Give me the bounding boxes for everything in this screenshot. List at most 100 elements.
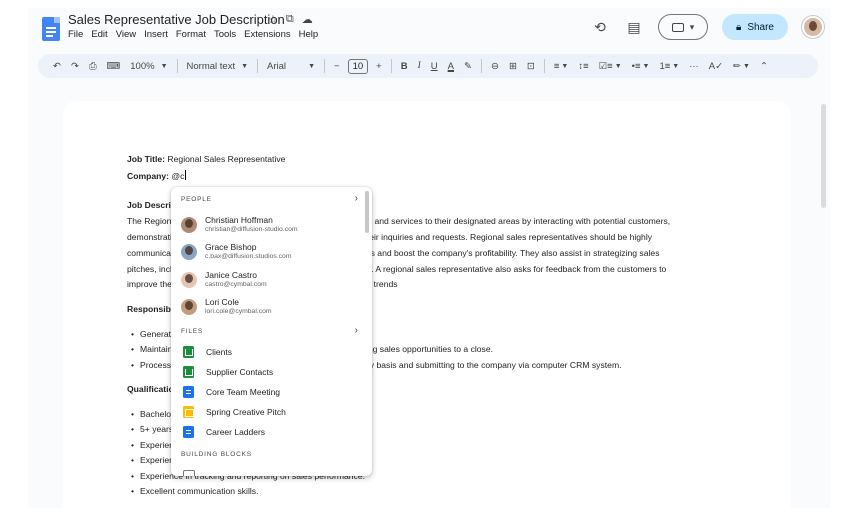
text-cursor bbox=[185, 170, 187, 180]
menu-file[interactable]: File bbox=[68, 29, 83, 40]
style-select[interactable]: Normal text ▼ bbox=[182, 61, 254, 72]
menu-help[interactable]: Help bbox=[299, 29, 319, 40]
job-title-label: Job Title: bbox=[127, 154, 166, 164]
collapse-toolbar-icon[interactable]: ⌃ bbox=[755, 61, 773, 72]
menu-tools[interactable]: Tools bbox=[214, 29, 236, 40]
divider bbox=[543, 59, 545, 73]
slides-icon bbox=[183, 406, 194, 418]
docs-icon bbox=[183, 426, 194, 438]
version-history-icon[interactable]: ⟲ bbox=[590, 19, 610, 36]
dropdown-scrollbar[interactable] bbox=[365, 191, 369, 233]
mention-suggestions-dropdown: PEOPLE › Christian Hoffman christian@diff… bbox=[171, 187, 372, 476]
insert-image-icon[interactable]: ⊡ bbox=[522, 61, 540, 72]
divider bbox=[324, 59, 326, 73]
person-email: c.bax@diffusion.studios.com bbox=[205, 253, 292, 260]
undo-icon[interactable]: ↶ bbox=[48, 61, 66, 72]
lock-icon: 🔒︎ bbox=[735, 21, 742, 33]
chevron-right-icon[interactable]: › bbox=[355, 193, 358, 204]
file-name: Spring Creative Pitch bbox=[206, 407, 286, 417]
file-item[interactable]: Core Team Meeting bbox=[183, 386, 280, 398]
person-email: christian@diffusion-studio.com bbox=[205, 226, 298, 233]
chevron-down-icon: ▼ bbox=[308, 62, 316, 70]
font-select[interactable]: Arial ▼ bbox=[262, 61, 320, 72]
divider bbox=[480, 59, 482, 73]
avatar bbox=[181, 216, 197, 233]
menu-view[interactable]: View bbox=[116, 29, 136, 40]
person-name: Janice Castro bbox=[205, 270, 257, 280]
person-item[interactable]: Grace Bishop c.bax@diffusion.studios.com bbox=[181, 242, 292, 261]
move-to-folder-icon[interactable]: ⧉ bbox=[286, 13, 294, 26]
building-blocks-section-header: BUILDING BLOCKS bbox=[181, 451, 252, 458]
building-block-icon[interactable] bbox=[183, 470, 195, 476]
menu-bar: File Edit View Insert Format Tools Exten… bbox=[68, 29, 318, 40]
share-label: Share bbox=[747, 21, 774, 33]
text-color-button[interactable]: A bbox=[443, 61, 459, 72]
divider bbox=[176, 59, 178, 73]
highlight-icon[interactable]: ✎ bbox=[459, 61, 477, 72]
cloud-status-icon[interactable]: ☁ bbox=[302, 13, 313, 26]
avatar bbox=[181, 298, 197, 315]
menu-extensions[interactable]: Extensions bbox=[244, 29, 290, 40]
paint-format-icon[interactable]: ⌨ bbox=[102, 61, 126, 72]
zoom-select[interactable]: 100% ▼ bbox=[125, 61, 172, 72]
bold-button[interactable]: B bbox=[396, 61, 413, 72]
checklist-icon[interactable]: ☑≡ ▼ bbox=[594, 61, 627, 72]
print-icon[interactable]: ⎙ bbox=[84, 61, 102, 72]
chevron-right-icon[interactable]: › bbox=[355, 325, 358, 336]
add-comment-icon[interactable]: ⊞ bbox=[504, 61, 522, 72]
insert-link-icon[interactable]: ⊖ bbox=[486, 61, 504, 72]
star-icon[interactable]: ☆ bbox=[268, 13, 278, 26]
person-email: castro@cymbal.com bbox=[205, 281, 267, 288]
file-item[interactable]: Career Ladders bbox=[183, 426, 265, 438]
document-title[interactable]: Sales Representative Job Description bbox=[68, 12, 285, 27]
meet-button[interactable]: ▾ bbox=[658, 14, 708, 40]
font-size-input[interactable]: 10 bbox=[347, 58, 369, 74]
numbered-list-icon[interactable]: 1≡ ▼ bbox=[654, 61, 684, 72]
sheets-icon bbox=[183, 366, 194, 378]
person-name: Lori Cole bbox=[205, 297, 240, 307]
share-button[interactable]: 🔒︎ Share bbox=[722, 14, 788, 40]
decrease-font-size-button[interactable]: − bbox=[329, 61, 345, 72]
company-label: Company: bbox=[127, 171, 170, 181]
increase-font-size-button[interactable]: + bbox=[371, 61, 387, 72]
person-item[interactable]: Christian Hoffman christian@diffusion-stu… bbox=[181, 215, 298, 234]
line-spacing-icon[interactable]: ↕≡ bbox=[573, 61, 593, 72]
avatar bbox=[181, 243, 197, 260]
bulleted-list-icon[interactable]: •≡ ▼ bbox=[627, 61, 655, 72]
comments-icon[interactable]: ▤ bbox=[624, 19, 644, 36]
file-name: Career Ladders bbox=[206, 427, 266, 437]
file-name: Clients bbox=[206, 347, 232, 357]
account-avatar[interactable] bbox=[802, 16, 824, 38]
redo-icon[interactable]: ↷ bbox=[66, 61, 84, 72]
file-name: Core Team Meeting bbox=[206, 387, 281, 397]
spellcheck-icon[interactable]: A✓ bbox=[704, 61, 728, 72]
file-name: Supplier Contacts bbox=[206, 367, 274, 377]
align-icon[interactable]: ≡ ▼ bbox=[549, 61, 573, 72]
docs-logo-icon[interactable] bbox=[42, 17, 60, 41]
scrollbar[interactable] bbox=[821, 104, 826, 208]
docs-icon bbox=[183, 386, 194, 398]
divider bbox=[257, 59, 259, 73]
font-value: Arial bbox=[267, 60, 287, 72]
menu-format[interactable]: Format bbox=[176, 29, 206, 40]
person-name: Christian Hoffman bbox=[205, 215, 273, 225]
docs-app-window: Sales Representative Job Description ☆ ⧉… bbox=[28, 8, 830, 508]
chevron-down-icon: ▼ bbox=[160, 62, 168, 70]
job-title-value: Regional Sales Representative bbox=[165, 154, 286, 164]
person-item[interactable]: Janice Castro castro@cymbal.com bbox=[181, 270, 267, 289]
underline-button[interactable]: U bbox=[426, 61, 443, 72]
menu-insert[interactable]: Insert bbox=[144, 29, 168, 40]
italic-button[interactable]: I bbox=[413, 61, 426, 71]
file-item[interactable]: Spring Creative Pitch bbox=[183, 406, 286, 418]
company-mention-input[interactable]: @c bbox=[169, 171, 184, 181]
zoom-value: 100% bbox=[130, 60, 155, 72]
menu-edit[interactable]: Edit bbox=[91, 29, 107, 40]
file-item[interactable]: Supplier Contacts bbox=[183, 366, 273, 378]
video-camera-icon bbox=[671, 22, 684, 32]
person-item[interactable]: Lori Cole lori.cole@cymbal.com bbox=[181, 297, 272, 316]
more-options-icon[interactable]: ··· bbox=[684, 61, 704, 72]
chevron-down-icon: ▾ bbox=[689, 21, 695, 32]
chevron-down-icon: ▼ bbox=[241, 62, 249, 70]
editing-mode-icon[interactable]: ✏ ▼ bbox=[728, 61, 755, 72]
file-item[interactable]: Clients bbox=[183, 346, 232, 358]
